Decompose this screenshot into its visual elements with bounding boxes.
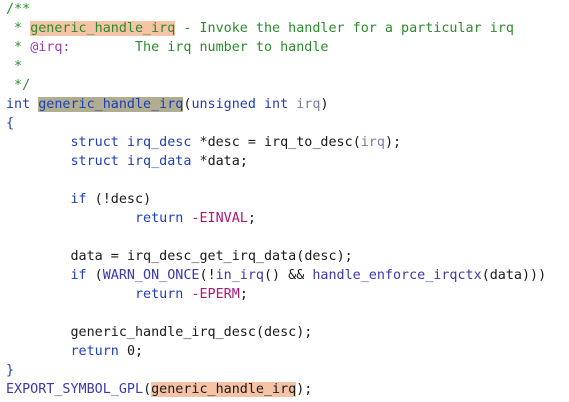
- code-token: generic_handle_irq: [30, 21, 176, 36]
- code-token: data: [207, 154, 240, 169]
- code-token: );: [336, 249, 353, 264]
- code-editor[interactable]: /** * generic_handle_irq - Invoke the ha…: [0, 0, 569, 402]
- code-token: }: [6, 363, 15, 378]
- code-line[interactable]: *: [6, 57, 22, 76]
- code-token: irq: [296, 97, 321, 112]
- code-line[interactable]: {: [6, 114, 14, 133]
- code-token: desc: [207, 135, 240, 150]
- code-token: struct: [70, 135, 119, 150]
- code-token: ;: [135, 344, 144, 359]
- code-token: ): [320, 97, 329, 112]
- code-token: *: [191, 154, 208, 169]
- code-token: desc: [264, 325, 297, 340]
- code-token: generic_handle_irq: [38, 97, 184, 112]
- code-token: irq_to_desc: [264, 135, 353, 150]
- code-token: () &&: [264, 268, 313, 283]
- code-token: {: [6, 116, 15, 131]
- code-token: irq_desc: [126, 135, 192, 150]
- code-token: /**: [6, 2, 31, 17]
- code-line[interactable]: if (!desc): [6, 190, 152, 209]
- code-token: EXPORT_SYMBOL_GPL: [6, 382, 144, 397]
- code-line[interactable]: int generic_handle_irq(unsigned int irq): [6, 95, 329, 114]
- code-token: WARN_ON_ONCE: [102, 268, 200, 283]
- code-token: 0: [126, 344, 135, 359]
- code-line[interactable]: /**: [6, 0, 30, 19]
- code-token: irq: [360, 135, 385, 150]
- code-token: irq_desc_get_irq_data: [126, 249, 297, 264]
- code-token: desc: [304, 249, 337, 264]
- code-token: );: [296, 325, 313, 340]
- code-token: if: [70, 268, 87, 283]
- code-token: data: [70, 249, 103, 264]
- code-line[interactable]: return 0;: [6, 342, 144, 361]
- code-line[interactable]: */: [6, 76, 30, 95]
- code-line[interactable]: EXPORT_SYMBOL_GPL(generic_handle_irq);: [6, 380, 312, 399]
- code-token: (: [86, 192, 103, 207]
- code-token: ): [143, 192, 152, 207]
- code-token: unsigned int: [191, 97, 289, 112]
- code-token: *: [191, 135, 208, 150]
- code-line[interactable]: * @irq: The irq number to handle: [6, 38, 328, 57]
- code-token: - Invoke the handler for a particular ir…: [175, 21, 514, 36]
- code-line[interactable]: if (WARN_ON_ONCE(!in_irq() && handle_enf…: [6, 266, 547, 285]
- code-token: int: [6, 97, 31, 112]
- code-line[interactable]: return -EPERM;: [6, 285, 248, 304]
- code-line[interactable]: data = irq_desc_get_irq_data(desc);: [6, 247, 353, 266]
- code-token: *: [6, 40, 31, 55]
- code-token: return: [135, 287, 184, 302]
- code-line[interactable]: * generic_handle_irq - Invoke the handle…: [6, 19, 514, 38]
- code-token: if: [70, 192, 87, 207]
- code-line[interactable]: struct irq_desc *desc = irq_to_desc(irq)…: [6, 133, 402, 152]
- code-token: *: [6, 59, 23, 74]
- code-token: (: [86, 268, 103, 283]
- code-token: (: [352, 135, 361, 150]
- code-token: @irq:: [30, 40, 71, 55]
- code-token: handle_enforce_irqctx: [312, 268, 482, 283]
- code-token: generic_handle_irq_desc: [70, 325, 256, 340]
- code-token: The irq number to handle: [70, 40, 329, 55]
- code-token: generic_handle_irq: [151, 382, 297, 397]
- code-token: (: [143, 382, 152, 397]
- code-token: */: [6, 78, 31, 93]
- code-token: return: [135, 211, 184, 226]
- code-token: );: [296, 382, 313, 397]
- code-token: -EPERM: [191, 287, 240, 302]
- code-token: ))): [522, 268, 547, 283]
- code-token: (: [199, 268, 208, 283]
- code-token: =: [102, 249, 127, 264]
- code-line[interactable]: }: [6, 361, 14, 380]
- code-token: );: [384, 135, 402, 150]
- code-token: data: [489, 268, 522, 283]
- code-token: in_irq: [215, 268, 264, 283]
- code-token: ;: [239, 154, 248, 169]
- code-token: *: [6, 21, 31, 36]
- code-token: ;: [247, 211, 256, 226]
- code-line[interactable]: struct irq_data *data;: [6, 152, 248, 171]
- code-token: -EINVAL: [191, 211, 248, 226]
- code-line[interactable]: return -EINVAL;: [6, 209, 256, 228]
- code-token: return: [70, 344, 119, 359]
- code-token: struct: [70, 154, 119, 169]
- code-token: !desc: [102, 192, 144, 207]
- code-token: =: [239, 135, 264, 150]
- code-line[interactable]: generic_handle_irq_desc(desc);: [6, 323, 313, 342]
- code-token: !: [207, 268, 216, 283]
- code-token: (: [255, 325, 264, 340]
- code-token: irq_data: [126, 154, 192, 169]
- code-token: (: [481, 268, 490, 283]
- code-token: ;: [239, 287, 248, 302]
